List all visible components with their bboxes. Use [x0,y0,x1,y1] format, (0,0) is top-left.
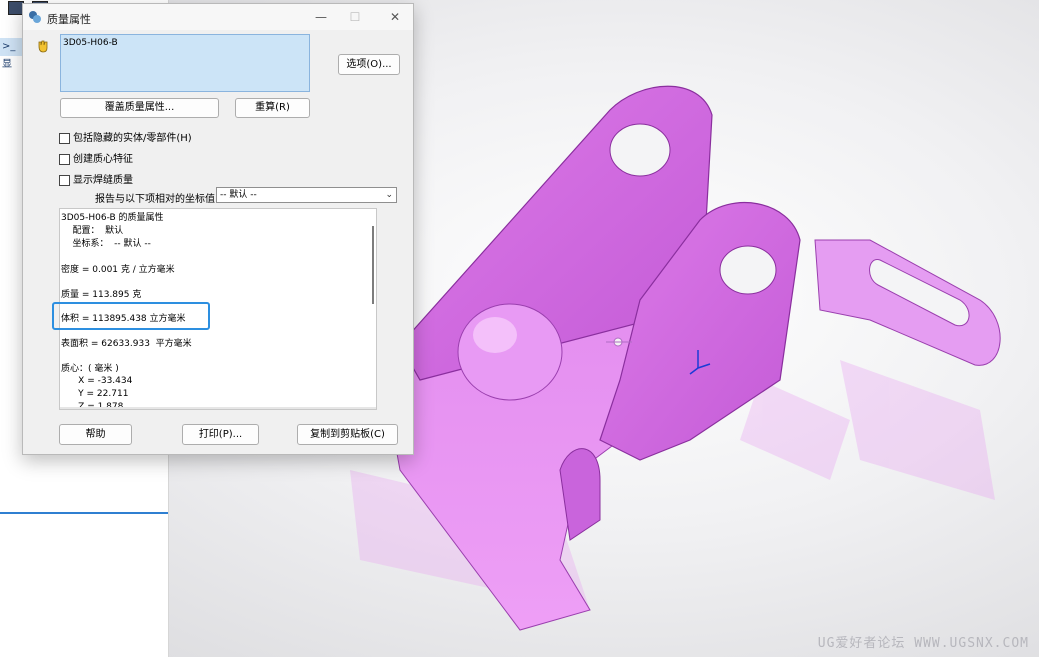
mass-properties-dialog: 质量属性 — ☐ ✕ 3D05-H06-B 选项(O)... 覆盖质量属性...… [22,3,414,455]
include-hidden-checkbox[interactable]: 包括隐藏的实体/零部件(H) [59,129,192,144]
panel-divider [0,512,168,514]
dialog-title: 质量属性 [47,13,91,26]
tree-item[interactable]: >_显 [0,38,24,70]
coord-system-select[interactable]: -- 默认 -- ⌄ [216,187,397,203]
selected-parts-list[interactable]: 3D05-H06-B [60,34,310,92]
options-button[interactable]: 选项(O)... [338,54,400,75]
create-centroid-checkbox[interactable]: 创建质心特征 [59,150,133,165]
coord-system-label: 报告与以下项相对的坐标值: [95,194,219,205]
selection-hand-icon [38,40,48,53]
result-cx: X = -33.434 [61,376,133,386]
print-button[interactable]: 打印(P)... [182,424,259,445]
volume-highlight-box [52,302,210,330]
copy-to-clipboard-button[interactable]: 复制到剪贴板(C) [297,424,398,445]
result-surface-area: 表面积 = 62633.933 平方毫米 [61,339,192,349]
mass-properties-icon [29,11,41,23]
result-cy: Y = 22.711 [61,389,129,399]
slot-tab [814,239,1001,366]
selected-part-item[interactable]: 3D05-H06-B [63,38,307,48]
maximize-icon[interactable]: ☐ [347,9,363,25]
dialog-titlebar[interactable]: 质量属性 — ☐ ✕ [23,4,413,30]
chevron-down-icon: ⌄ [385,190,393,200]
result-header: 3D05-H06-B 的质量属性 [61,213,164,223]
result-coord: 坐标系： -- 默认 -- [61,239,151,249]
minimize-icon[interactable]: — [313,9,329,25]
close-icon[interactable]: ✕ [387,9,403,25]
hole-front [719,245,777,295]
emboss-dome [457,303,563,401]
result-centroid: 质心：( 毫米 ) [61,364,119,374]
recalculate-button[interactable]: 重算(R) [235,98,310,118]
watermark: UG爱好者论坛 WWW.UGSNX.COM [817,636,1029,651]
result-config: 配置： 默认 [61,226,124,236]
hole-back [609,123,671,177]
result-mass: 质量 = 113.895 克 [61,290,142,300]
override-mass-properties-button[interactable]: 覆盖质量属性... [60,98,219,118]
show-weld-mass-checkbox[interactable]: 显示焊缝质量 [59,171,133,186]
result-density: 密度 = 0.001 克 / 立方毫米 [61,265,175,275]
help-button[interactable]: 帮助 [59,424,132,445]
vertical-scrollbar[interactable] [372,226,374,304]
horizontal-scrollbar[interactable] [60,407,376,409]
